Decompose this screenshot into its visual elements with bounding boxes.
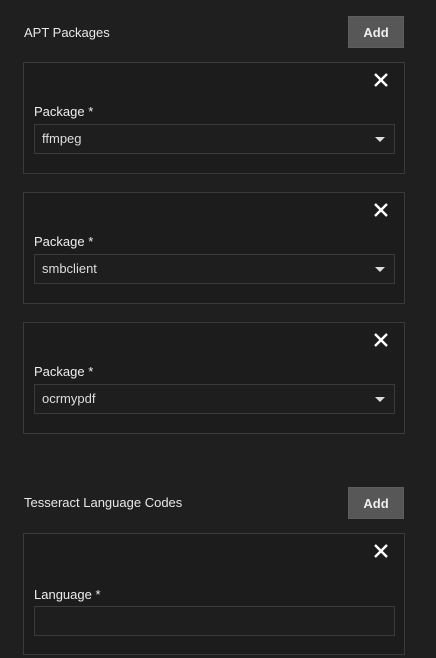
package-label: Package *	[34, 364, 93, 379]
language-label: Language *	[34, 587, 101, 602]
apt-packages-title: APT Packages	[24, 25, 110, 40]
language-input[interactable]	[34, 606, 395, 636]
select-value: smbclient	[42, 261, 97, 276]
required-marker: *	[88, 364, 94, 379]
add-language-button[interactable]: Add	[348, 487, 404, 519]
select-value: ffmpeg	[42, 131, 82, 146]
chevron-down-icon	[375, 397, 385, 402]
close-icon[interactable]	[372, 71, 390, 89]
add-apt-package-button[interactable]: Add	[348, 16, 404, 48]
close-icon[interactable]	[372, 201, 390, 219]
required-marker: *	[88, 104, 94, 119]
package-select[interactable]: smbclient	[34, 254, 395, 284]
language-card: Language *	[23, 533, 405, 655]
close-icon[interactable]	[372, 331, 390, 349]
package-select[interactable]: ffmpeg	[34, 124, 395, 154]
tesseract-language-codes-title: Tesseract Language Codes	[24, 495, 183, 510]
apt-package-card: Package * ocrmypdf	[23, 322, 405, 434]
label-text: Package	[34, 364, 85, 379]
select-value: ocrmypdf	[42, 391, 96, 406]
package-label: Package *	[34, 104, 93, 119]
package-select[interactable]: ocrmypdf	[34, 384, 395, 414]
label-text: Package	[34, 104, 85, 119]
close-icon[interactable]	[372, 542, 390, 560]
label-text: Package	[34, 234, 85, 249]
label-text: Language	[34, 587, 92, 602]
required-marker: *	[95, 587, 101, 602]
chevron-down-icon	[375, 137, 385, 142]
chevron-down-icon	[375, 267, 385, 272]
package-label: Package *	[34, 234, 93, 249]
required-marker: *	[88, 234, 94, 249]
apt-package-card: Package * smbclient	[23, 192, 405, 304]
apt-package-card: Package * ffmpeg	[23, 62, 405, 174]
